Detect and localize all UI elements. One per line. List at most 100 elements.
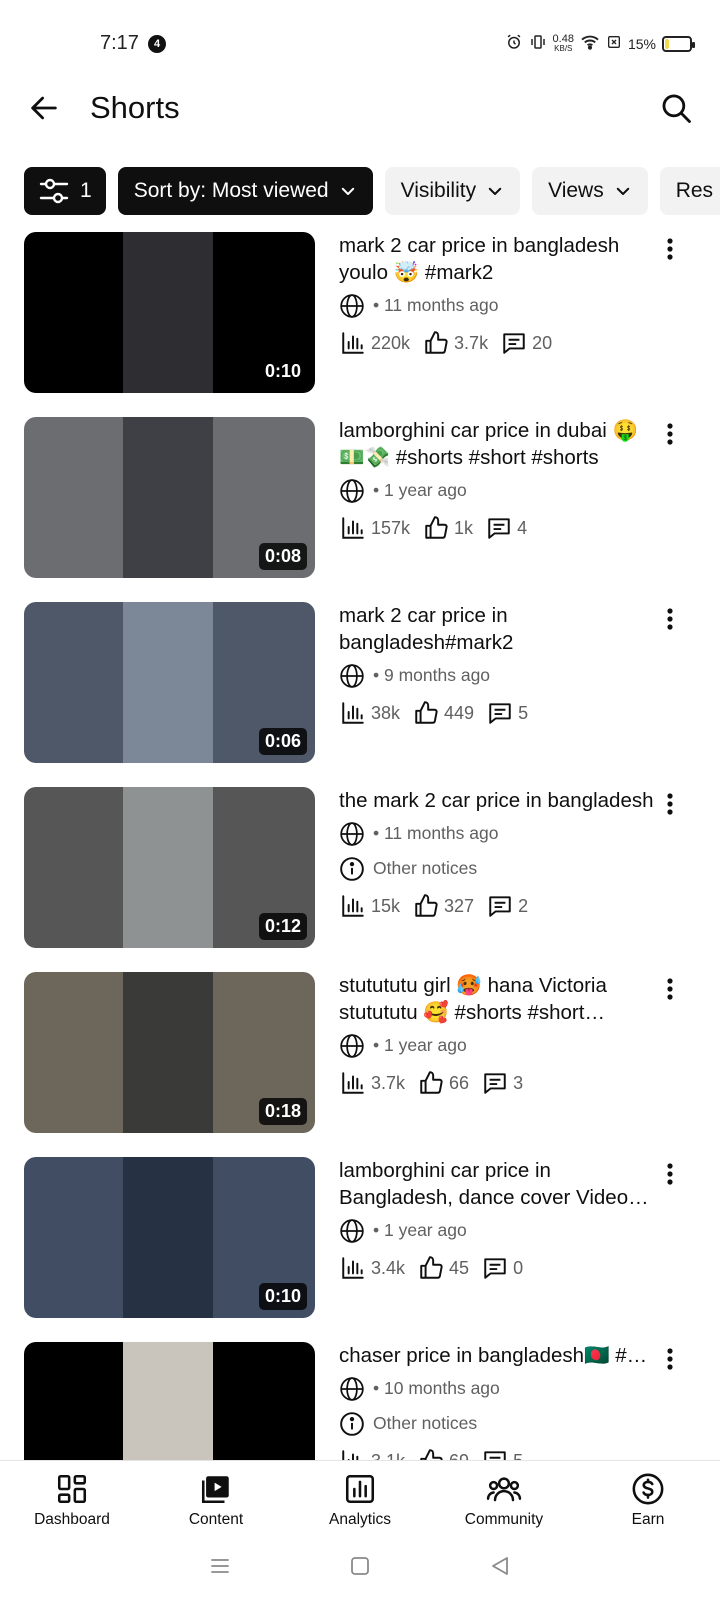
bar-chart-icon	[339, 329, 367, 357]
thumbnail-frame	[122, 1342, 214, 1460]
video-thumbnail[interactable]	[24, 1342, 315, 1460]
video-thumbnail[interactable]: 0:08	[24, 417, 315, 578]
nav-community[interactable]: Community	[432, 1461, 576, 1536]
short-row[interactable]: 0:06 mark 2 car price in bangladesh#mark…	[0, 602, 720, 787]
video-thumbnail[interactable]: 0:18	[24, 972, 315, 1133]
back-triangle-icon[interactable]	[488, 1554, 512, 1583]
likes-stat: 327	[412, 892, 474, 920]
views-stat: 3.7k	[339, 1069, 405, 1097]
video-title[interactable]: the mark 2 car price in bangladesh	[339, 787, 655, 814]
globe-icon	[339, 478, 365, 504]
video-duration: 0:12	[258, 913, 307, 940]
comment-icon	[481, 1447, 509, 1460]
more-options-button[interactable]	[658, 1159, 682, 1189]
comments-stat: 20	[500, 329, 552, 357]
bar-chart-icon	[339, 699, 367, 727]
video-thumbnail[interactable]: 0:10	[24, 1157, 315, 1318]
likes-count: 69	[449, 1451, 469, 1461]
sim-off-icon	[606, 34, 622, 53]
published-time: • 9 months ago	[373, 665, 491, 685]
stats-row: 3.4k 45 0	[339, 1250, 655, 1286]
visibility-chip[interactable]: Visibility	[384, 167, 521, 215]
published-time: • 11 months ago	[373, 823, 499, 843]
notice-text: Other notices	[373, 1413, 478, 1433]
restrictions-chip[interactable]: Res	[659, 167, 720, 215]
more-options-button[interactable]	[658, 234, 682, 264]
nav-label: Earn	[631, 1511, 665, 1528]
stats-row: 220k 3.7k 20	[339, 325, 655, 361]
notice-row[interactable]: Other notices	[339, 853, 655, 884]
views-count: 3.1k	[371, 1451, 405, 1461]
chevron-down-icon	[339, 182, 357, 200]
nav-content[interactable]: Content	[144, 1461, 288, 1536]
video-info: chaser price in bangladesh🇧🇩 #shorts • 1…	[339, 1342, 655, 1460]
video-title[interactable]: stutututu girl 🥵 hana Victoria stutututu…	[339, 972, 655, 1026]
comments-count: 20	[532, 332, 553, 353]
views-count: 220k	[371, 332, 411, 353]
more-options-button[interactable]	[658, 604, 682, 634]
video-thumbnail[interactable]: 0:12	[24, 787, 315, 948]
video-info: stutututu girl 🥵 hana Victoria stutututu…	[339, 972, 655, 1101]
comments-stat: 4	[485, 514, 527, 542]
back-button[interactable]	[22, 86, 66, 130]
search-icon	[662, 94, 691, 123]
likes-count: 327	[444, 895, 475, 916]
visibility-row: • 1 year ago	[339, 1030, 655, 1061]
battery-percent: 15%	[627, 35, 656, 52]
nav-label: Analytics	[328, 1511, 392, 1528]
more-options-button[interactable]	[658, 789, 682, 819]
video-title[interactable]: lamborghini car price in dubai 🤑💵💸 #shor…	[339, 417, 655, 471]
globe-icon	[339, 1033, 365, 1059]
nav-dashboard[interactable]: Dashboard	[0, 1461, 144, 1536]
thumbnail-frame	[122, 1157, 214, 1318]
filter-count: 1	[80, 179, 92, 202]
short-row[interactable]: 0:08 lamborghini car price in dubai 🤑💵💸 …	[0, 417, 720, 602]
video-title[interactable]: mark 2 car price in bangladesh youlo 🤯 #…	[339, 232, 655, 286]
vibrate-icon	[529, 33, 547, 54]
stats-row: 3.1k 69 5	[339, 1443, 655, 1460]
globe-icon	[339, 1376, 365, 1402]
status-indicators: 0.48 KB/S 15%	[505, 33, 695, 54]
short-row[interactable]: 0:12 the mark 2 car price in bangladesh …	[0, 787, 720, 972]
video-title[interactable]: lamborghini car price in Bangladesh, dan…	[339, 1157, 655, 1211]
filter-button[interactable]: 1	[24, 167, 106, 215]
notice-row[interactable]: Other notices	[339, 1408, 655, 1439]
more-options-button[interactable]	[658, 419, 682, 449]
visibility-row: • 1 year ago	[339, 1215, 655, 1246]
nav-earn[interactable]: Earn	[576, 1461, 720, 1536]
stats-row: 15k 327 2	[339, 888, 655, 924]
sort-chip[interactable]: Sort by: Most viewed	[117, 167, 373, 215]
short-row[interactable]: 0:18 stutututu girl 🥵 hana Victoria stut…	[0, 972, 720, 1157]
more-options-button[interactable]	[658, 974, 682, 1004]
video-title[interactable]: mark 2 car price in bangladesh#mark2	[339, 602, 655, 656]
views-stat: 3.1k	[339, 1447, 405, 1460]
sort-label: Sort by: Most viewed	[133, 179, 329, 202]
net-speed: 0.48 KB/S	[553, 33, 574, 54]
home-icon[interactable]	[348, 1554, 372, 1583]
video-thumbnail[interactable]: 0:10	[24, 232, 315, 393]
restrictions-label: Res	[675, 179, 714, 202]
short-row[interactable]: 0:10 lamborghini car price in Bangladesh…	[0, 1157, 720, 1342]
short-row[interactable]: 0:10 mark 2 car price in bangladesh youl…	[0, 232, 720, 417]
comment-icon	[486, 699, 514, 727]
earn-icon	[630, 1471, 666, 1507]
views-chip[interactable]: Views	[532, 167, 648, 215]
video-title[interactable]: chaser price in bangladesh🇧🇩 #shorts	[339, 1342, 655, 1369]
short-row[interactable]: chaser price in bangladesh🇧🇩 #shorts • 1…	[0, 1342, 720, 1460]
video-thumbnail[interactable]: 0:06	[24, 602, 315, 763]
more-options-button[interactable]	[658, 1344, 682, 1374]
views-stat: 157k	[339, 514, 410, 542]
more-vert-icon	[667, 1163, 673, 1185]
globe-icon	[339, 1218, 365, 1244]
recents-icon[interactable]	[208, 1554, 232, 1583]
comments-count: 4	[517, 517, 528, 538]
comments-count: 3	[513, 1072, 524, 1093]
video-duration: 0:06	[258, 728, 307, 755]
more-vert-icon	[667, 423, 673, 445]
search-button[interactable]	[654, 86, 698, 130]
video-info: lamborghini car price in dubai 🤑💵💸 #shor…	[339, 417, 655, 546]
more-vert-icon	[667, 793, 673, 815]
nav-analytics[interactable]: Analytics	[288, 1461, 432, 1536]
views-count: 3.4k	[371, 1257, 406, 1278]
more-vert-icon	[667, 978, 673, 1000]
